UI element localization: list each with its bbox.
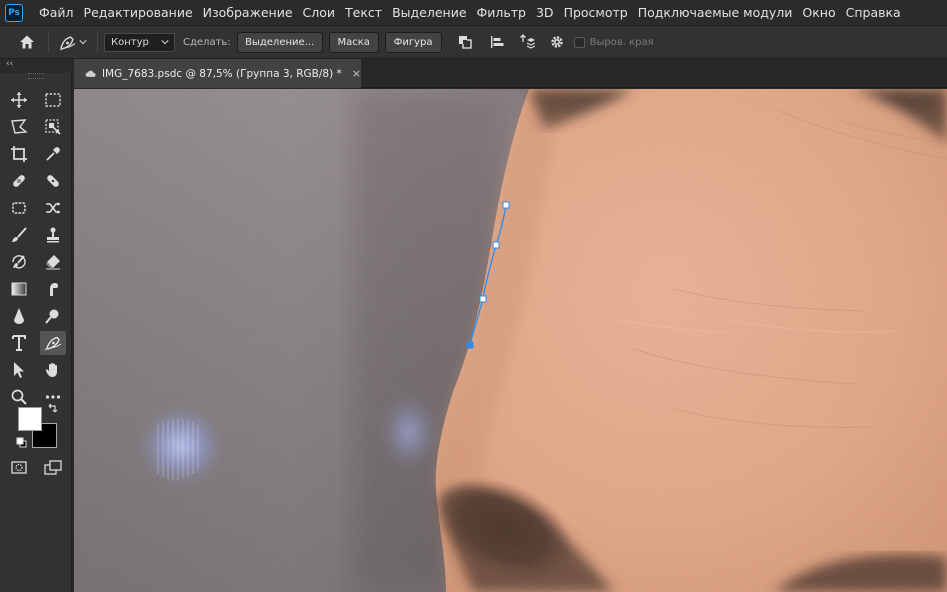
menu-edit[interactable]: Редактирование <box>79 0 198 25</box>
blur-tool-icon[interactable] <box>6 304 32 328</box>
home-icon[interactable] <box>16 31 38 53</box>
dodge-tool-icon[interactable] <box>40 304 66 328</box>
menu-type[interactable]: Текст <box>340 0 387 25</box>
move-tool-icon[interactable] <box>6 88 32 112</box>
menu-3d[interactable]: 3D <box>531 0 559 25</box>
document-tab-bar: IMG_7683.psdc @ 87,5% (Группа 3, RGB/8) … <box>74 59 947 88</box>
photo-forehead-image <box>74 89 947 592</box>
healing-brush-icon[interactable] <box>40 169 66 193</box>
polygonal-lasso-icon[interactable] <box>6 115 32 139</box>
chevron-down-icon <box>161 40 169 45</box>
curvature-pen-icon <box>59 35 76 50</box>
divider <box>48 31 49 53</box>
object-selection-icon[interactable] <box>40 115 66 139</box>
screen-mode-icon[interactable] <box>40 455 66 479</box>
smudge-tool-icon[interactable] <box>40 277 66 301</box>
menu-image[interactable]: Изображение <box>198 0 298 25</box>
tool-mode-value: Контур <box>111 36 149 48</box>
path-selection-icon[interactable] <box>6 358 32 382</box>
swap-colors-icon[interactable] <box>47 403 59 415</box>
photoshop-window: Ps Файл Редактирование Изображение Слои … <box>0 0 947 592</box>
crop-tool-icon[interactable] <box>6 142 32 166</box>
make-shape-button[interactable]: Фигура <box>384 31 442 53</box>
type-tool-icon[interactable] <box>6 331 32 355</box>
divider <box>97 31 98 53</box>
default-colors-icon[interactable] <box>16 437 27 448</box>
menu-file[interactable]: Файл <box>34 0 79 25</box>
path-alignment-icon[interactable] <box>486 31 508 53</box>
document-tab-title: IMG_7683.psdc @ 87,5% (Группа 3, RGB/8) … <box>101 67 342 80</box>
menu-plugins[interactable]: Подключаемые модули <box>633 0 798 25</box>
cloud-document-icon <box>85 70 96 77</box>
toolbar-collapse-strip: ‹‹ <box>0 59 72 73</box>
content-aware-move-icon[interactable] <box>40 196 66 220</box>
document-canvas[interactable] <box>74 89 947 592</box>
path-arrangement-icon[interactable] <box>516 31 538 53</box>
path-operations-icon[interactable] <box>454 31 476 53</box>
tool-preset-picker[interactable] <box>55 31 91 53</box>
foreground-color-swatch[interactable] <box>18 407 42 431</box>
align-edges-label: Выров. края <box>589 36 654 48</box>
menu-layers[interactable]: Слои <box>298 0 341 25</box>
patch-tool-icon[interactable] <box>6 196 32 220</box>
history-brush-icon[interactable] <box>6 250 32 274</box>
collapse-toolbar-icon[interactable]: ‹‹ <box>6 59 13 69</box>
menu-select[interactable]: Выделение <box>387 0 471 25</box>
align-edges-checkbox[interactable] <box>573 36 585 48</box>
eyedropper-icon[interactable] <box>40 142 66 166</box>
tool-mode-select[interactable]: Контур <box>104 32 175 52</box>
spot-healing-brush-icon[interactable] <box>6 169 32 193</box>
menu-filter[interactable]: Фильтр <box>472 0 531 25</box>
options-bar: Контур Сделать: Выделение... Маска Фигур… <box>0 25 947 59</box>
curvature-pen-tool-icon[interactable] <box>40 331 66 355</box>
chevron-down-icon <box>79 40 87 45</box>
zoom-tool-icon[interactable] <box>6 385 32 409</box>
gear-icon[interactable] <box>546 31 568 53</box>
menu-view[interactable]: Просмотр <box>559 0 633 25</box>
make-label: Сделать: <box>183 36 231 48</box>
close-icon[interactable]: × <box>352 67 361 80</box>
clone-stamp-icon[interactable] <box>40 223 66 247</box>
rectangular-marquee-icon[interactable] <box>40 88 66 112</box>
toolbar-grip[interactable] <box>28 73 44 79</box>
gradient-tool-icon[interactable] <box>6 277 32 301</box>
brush-tool-icon[interactable] <box>6 223 32 247</box>
menu-window[interactable]: Окно <box>797 0 840 25</box>
photoshop-logo-icon[interactable]: Ps <box>5 3 23 22</box>
quick-mask-icon[interactable] <box>6 455 32 479</box>
menu-help[interactable]: Справка <box>841 0 906 25</box>
eraser-icon[interactable] <box>40 250 66 274</box>
tools-panel <box>0 73 72 592</box>
menu-bar: Ps Файл Редактирование Изображение Слои … <box>0 0 947 25</box>
hand-tool-icon[interactable] <box>40 358 66 382</box>
document-tab[interactable]: IMG_7683.psdc @ 87,5% (Группа 3, RGB/8) … <box>74 59 361 88</box>
make-selection-button[interactable]: Выделение... <box>236 31 323 53</box>
make-mask-button[interactable]: Маска <box>328 31 379 53</box>
